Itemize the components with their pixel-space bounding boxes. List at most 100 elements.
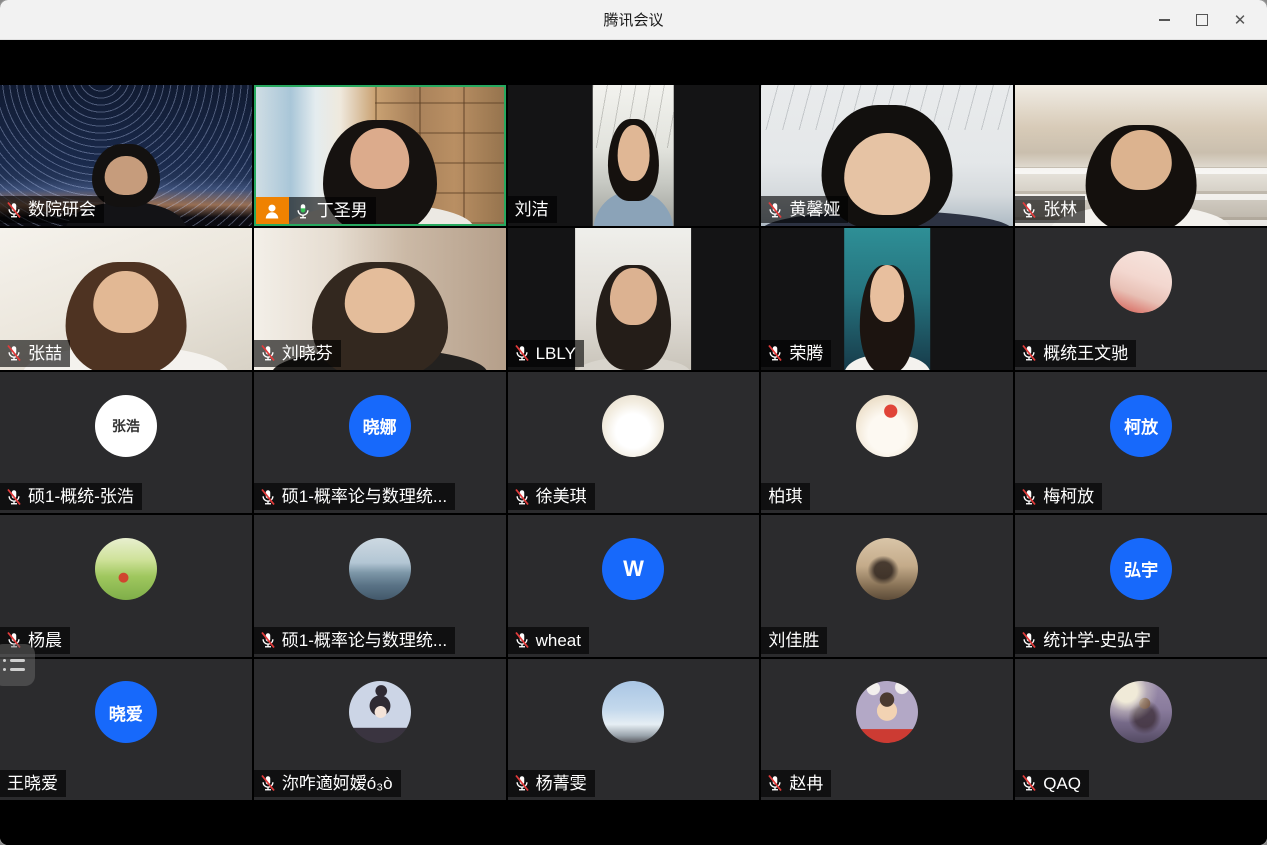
participant-label-row: 王晓爱 (0, 770, 66, 797)
participant-tile[interactable]: 徐美琪 (508, 372, 760, 513)
participant-name: 刘洁 (515, 196, 549, 223)
participant-tile[interactable]: 杨菁雯 (508, 659, 760, 800)
participant-tile[interactable]: 张林 (1015, 85, 1267, 226)
muted-mic-icon (259, 344, 277, 362)
participant-name: 杨菁雯 (536, 770, 587, 797)
muted-mic-icon (259, 488, 277, 506)
participant-tile[interactable]: 柏琪 (761, 372, 1013, 513)
participant-tile[interactable]: 晓娜硕1-概率论与数理统... (254, 372, 506, 513)
participant-name-label: 统计学-史弘宇 (1015, 627, 1159, 654)
participant-name: 张喆 (28, 340, 62, 367)
muted-mic-icon (513, 774, 531, 792)
minimize-button[interactable] (1147, 5, 1181, 35)
participant-label-row: 刘晓芬 (254, 340, 341, 367)
participant-tile[interactable]: QAQ (1015, 659, 1267, 800)
avatar (856, 681, 918, 743)
participant-tile[interactable]: 概统王文驰 (1015, 228, 1267, 369)
participant-tile[interactable]: 弘宇统计学-史弘宇 (1015, 515, 1267, 656)
participant-name-label: 黄馨娅 (761, 196, 848, 223)
participant-tile[interactable]: 张浩硕1-概统-张浩 (0, 372, 252, 513)
avatar: 柯放 (1110, 395, 1172, 457)
participant-tile[interactable]: Wwheat (508, 515, 760, 656)
muted-mic-icon (513, 344, 531, 362)
window-controls: ✕ (1147, 0, 1257, 40)
list-icon (3, 659, 35, 662)
participant-label-row: wheat (508, 627, 589, 654)
participant-name-label: 徐美琪 (508, 483, 595, 510)
muted-mic-icon (1020, 488, 1038, 506)
participant-tile[interactable]: 赵冉 (761, 659, 1013, 800)
close-button[interactable]: ✕ (1223, 5, 1257, 35)
participant-name-label: 刘佳胜 (761, 627, 827, 654)
participant-tile[interactable]: 刘洁 (508, 85, 760, 226)
maximize-button[interactable] (1185, 5, 1219, 35)
avatar: 弘宇 (1110, 538, 1172, 600)
participant-label-row: 硕1-概率论与数理统... (254, 483, 455, 510)
muted-mic-icon (259, 774, 277, 792)
participant-name: 硕1-概率论与数理统... (282, 483, 447, 510)
participant-name-label: 丁圣男 (289, 197, 376, 224)
avatar (602, 395, 664, 457)
avatar (856, 538, 918, 600)
participant-label-row: 硕1-概率论与数理统... (254, 627, 455, 654)
participant-label-row: LBLY (508, 340, 584, 367)
participant-tile[interactable]: LBLY (508, 228, 760, 369)
participant-name-label: 硕1-概率论与数理统... (254, 627, 455, 654)
participant-name-label: 赵冉 (761, 770, 831, 797)
participant-tile[interactable]: 黄馨娅 (761, 85, 1013, 226)
participant-label-row: 赵冉 (761, 770, 831, 797)
avatar (349, 681, 411, 743)
participant-tile[interactable]: 刘晓芬 (254, 228, 506, 369)
participant-silhouette (576, 228, 692, 369)
participant-name: 王晓爱 (7, 770, 58, 797)
participant-name-label: 硕1-概率论与数理统... (254, 483, 455, 510)
participant-tile[interactable]: 杨晨 (0, 515, 252, 656)
participant-grid: 数院研会 丁圣男 刘洁 黄馨娅 张林张喆 刘晓芬 LBLY 荣腾概统王文驰张浩硕1-概统-张浩… (0, 85, 1267, 800)
participant-name: 统计学-史弘宇 (1043, 627, 1151, 654)
avatar (95, 538, 157, 600)
muted-mic-icon (1020, 631, 1038, 649)
participant-tile[interactable]: 硕1-概率论与数理统... (254, 515, 506, 656)
participant-silhouette (593, 85, 674, 226)
muted-mic-icon (1020, 201, 1038, 219)
avatar (1110, 251, 1172, 313)
participant-tile[interactable]: 荣腾 (761, 228, 1013, 369)
participant-label-row: 沵咋適妸嫒ó₃ò (254, 770, 401, 797)
participant-label-row: 梅柯放 (1015, 483, 1102, 510)
participant-name: 刘佳胜 (768, 627, 819, 654)
muted-mic-icon (5, 201, 23, 219)
muted-mic-icon (5, 488, 23, 506)
participant-tile[interactable]: 沵咋適妸嫒ó₃ò (254, 659, 506, 800)
participant-tile[interactable]: 数院研会 (0, 85, 252, 226)
participant-tile[interactable]: 张喆 (0, 228, 252, 369)
muted-mic-icon (766, 201, 784, 219)
member-list-floating-button[interactable] (0, 644, 35, 686)
participant-tile[interactable]: 柯放梅柯放 (1015, 372, 1267, 513)
participant-tile[interactable]: 晓爱王晓爱 (0, 659, 252, 800)
participant-label-row: 丁圣男 (256, 197, 376, 224)
participant-label-row: 刘洁 (508, 196, 557, 223)
participant-name-label: 张喆 (0, 340, 70, 367)
avatar (602, 681, 664, 743)
participant-name-label: QAQ (1015, 770, 1089, 797)
muted-mic-icon (513, 631, 531, 649)
participant-tile[interactable]: 丁圣男 (254, 85, 506, 226)
participant-label-row: 硕1-概统-张浩 (0, 483, 142, 510)
participant-name: 徐美琪 (536, 483, 587, 510)
avatar (349, 538, 411, 600)
muted-mic-icon (766, 344, 784, 362)
participant-name-label: 沵咋適妸嫒ó₃ò (254, 770, 401, 797)
participant-label-row: QAQ (1015, 770, 1089, 797)
avatar: W (602, 538, 664, 600)
muted-mic-icon (766, 774, 784, 792)
participant-name-label: 王晓爱 (0, 770, 66, 797)
participant-tile[interactable]: 刘佳胜 (761, 515, 1013, 656)
avatar (856, 395, 918, 457)
video-feed (576, 228, 692, 369)
muted-mic-icon (259, 631, 277, 649)
participant-name: 数院研会 (28, 196, 96, 223)
window-title: 腾讯会议 (603, 9, 663, 30)
video-feed (844, 228, 930, 369)
title-bar: 腾讯会议 ✕ (0, 0, 1267, 40)
participant-name: 硕1-概统-张浩 (28, 483, 134, 510)
